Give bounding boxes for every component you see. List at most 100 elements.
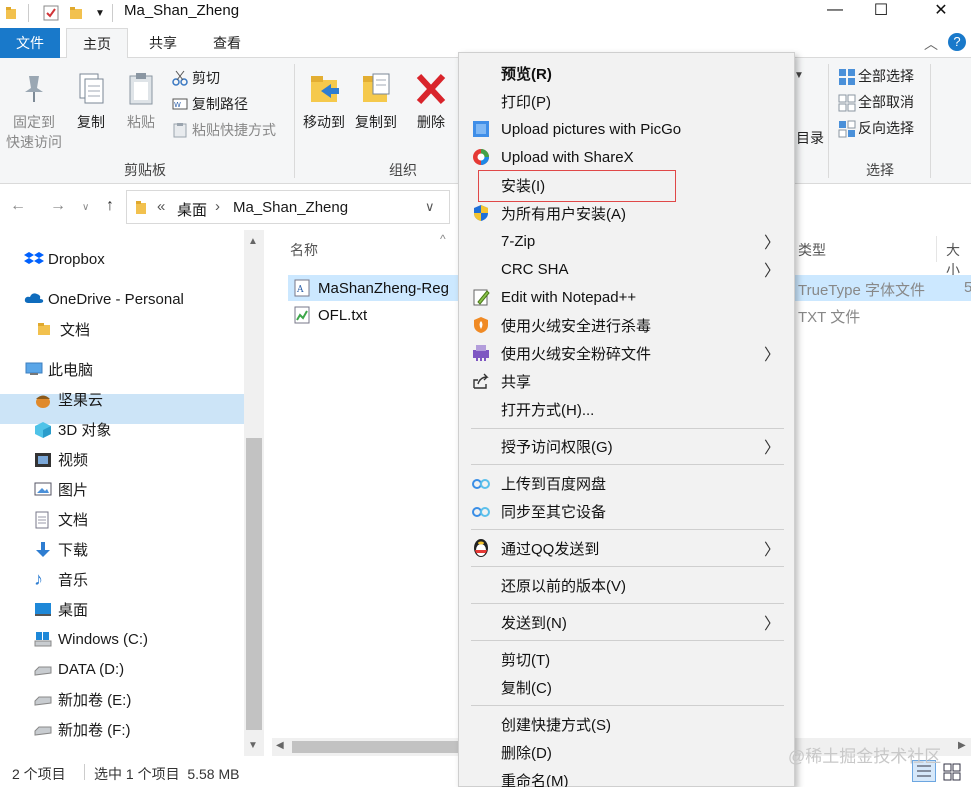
chevron-down-icon[interactable]: ∨ <box>425 199 435 215</box>
invert-selection-button[interactable]: 反向选择 <box>838 118 914 138</box>
submenu-arrow-icon: 〉 <box>763 235 780 252</box>
menu-item-rename[interactable]: 重命名(M) <box>459 766 794 787</box>
menu-item-open-with[interactable]: 打开方式(H)... <box>459 395 794 423</box>
scroll-down-icon[interactable]: ▼ <box>248 740 258 751</box>
menu-item-preview[interactable]: 预览(R) <box>459 59 794 87</box>
table-row[interactable]: OFL.txt <box>294 302 367 328</box>
scroll-right-icon[interactable]: ▶ <box>958 740 966 751</box>
menu-item-install-all-users[interactable]: 为所有用户安装(A) <box>459 199 794 227</box>
breadcrumb-separator[interactable]: › <box>215 198 220 215</box>
sidebar-scrollbar-thumb[interactable] <box>246 438 262 730</box>
sidebar-item-documents[interactable]: 文档 <box>34 504 88 534</box>
menu-item-crc-sha[interactable]: CRC SHA 〉 <box>459 255 794 283</box>
menu-item-cut[interactable]: 剪切(T) <box>459 645 794 673</box>
select-none-button[interactable]: 全部取消 <box>838 92 914 112</box>
column-header-type[interactable]: 类型 <box>798 240 826 260</box>
paste-shortcut-button[interactable]: 粘贴快捷方式 <box>172 120 276 140</box>
tab-view[interactable]: 查看 <box>196 28 258 58</box>
sidebar-item-jianguoyun[interactable]: 坚果云 <box>34 384 103 414</box>
chevron-down-icon[interactable]: ▼ <box>94 4 106 22</box>
cube-icon <box>34 421 52 438</box>
submenu-arrow-icon: 〉 <box>763 263 780 280</box>
chevron-up-icon[interactable]: ︿ <box>924 34 938 54</box>
menu-item-copy[interactable]: 复制(C) <box>459 673 794 701</box>
sidebar-item-drive-f[interactable]: 新加卷 (F:) <box>34 714 131 744</box>
table-row[interactable]: A MaShanZheng-Reg <box>294 275 449 301</box>
menu-item-send-to[interactable]: 发送到(N) 〉 <box>459 608 794 636</box>
select-all-button[interactable]: 全部选择 <box>838 66 914 86</box>
sidebar-item-drive-c[interactable]: Windows (C:) <box>34 624 148 654</box>
address-bar[interactable]: « 桌面 › Ma_Shan_Zheng ∨ <box>126 190 450 224</box>
breadcrumb-current[interactable]: Ma_Shan_Zheng <box>233 199 348 216</box>
sidebar-item-label: 下载 <box>58 541 89 559</box>
uac-shield-icon <box>471 203 491 223</box>
submenu-arrow-icon: 〉 <box>763 616 780 633</box>
up-arrow-icon[interactable]: ↑ <box>106 197 114 215</box>
scroll-up-icon[interactable]: ▲ <box>248 236 258 247</box>
move-to-button[interactable]: 移动到 <box>298 70 350 132</box>
sidebar-item-label: OneDrive - Personal <box>48 290 184 308</box>
maximize-button[interactable]: ☐ <box>858 0 904 20</box>
menu-item-delete[interactable]: 删除(D) <box>459 738 794 766</box>
sidebar-item-pictures[interactable]: 图片 <box>34 474 88 504</box>
baidu-netdisk-icon <box>471 501 491 521</box>
sidebar-item-drive-e[interactable]: 新加卷 (E:) <box>34 684 131 714</box>
menu-item-picgo[interactable]: Upload pictures with PicGo <box>459 115 794 143</box>
select-all-label: 全部选择 <box>858 68 914 84</box>
menu-item-create-shortcut[interactable]: 创建快捷方式(S) <box>459 710 794 738</box>
forward-arrow-icon[interactable]: → <box>50 197 66 215</box>
column-header-size[interactable]: 大小 <box>946 240 971 280</box>
menu-item-label: 预览(R) <box>501 65 552 83</box>
back-arrow-icon[interactable]: ← <box>10 197 26 215</box>
menu-item-7zip[interactable]: 7-Zip 〉 <box>459 227 794 255</box>
checkbox-icon[interactable] <box>42 4 60 22</box>
sidebar-item-this-pc[interactable]: 此电脑 <box>24 354 93 384</box>
sidebar-item-onedrive-documents[interactable]: 文档 <box>36 314 90 344</box>
close-button[interactable]: ✕ <box>918 0 964 20</box>
chevron-down-icon[interactable]: ▼ <box>794 70 804 81</box>
sidebar-item-onedrive[interactable]: OneDrive - Personal <box>24 284 184 314</box>
menu-item-grant-access[interactable]: 授予访问权限(G) 〉 <box>459 432 794 460</box>
sidebar-item-desktop[interactable]: 桌面 <box>34 594 88 624</box>
copy-to-button[interactable]: 复制到 <box>350 70 402 132</box>
menu-item-baidu-upload[interactable]: 上传到百度网盘 <box>459 469 794 497</box>
svg-text:A: A <box>296 285 304 295</box>
breadcrumb-desktop[interactable]: 桌面 <box>177 199 207 220</box>
chevron-down-icon[interactable]: ∨ <box>82 202 89 213</box>
menu-item-sharex[interactable]: Upload with ShareX <box>459 143 794 171</box>
menu-item-huorong-scan[interactable]: 使用火绒安全进行杀毒 <box>459 311 794 339</box>
menu-separator <box>471 705 784 706</box>
minimize-button[interactable]: — <box>812 0 858 20</box>
address-overflow[interactable]: « <box>157 198 165 215</box>
pin-quick-access-button[interactable]: 固定到 快速访问 <box>2 70 66 152</box>
cut-button[interactable]: 剪切 <box>172 68 220 88</box>
menu-item-share[interactable]: 共享 <box>459 367 794 395</box>
menu-item-sync-devices[interactable]: 同步至其它设备 <box>459 497 794 525</box>
sidebar-item-3d-objects[interactable]: 3D 对象 <box>34 414 111 444</box>
tab-home[interactable]: 主页 <box>66 28 128 59</box>
tab-share[interactable]: 共享 <box>132 28 194 58</box>
tab-file[interactable]: 文件 <box>0 28 60 58</box>
help-icon[interactable]: ? <box>948 33 966 51</box>
folder-icon[interactable] <box>68 4 84 22</box>
menu-item-restore-versions[interactable]: 还原以前的版本(V) <box>459 571 794 599</box>
paste-button[interactable]: 粘贴 <box>118 70 164 132</box>
menu-item-label: 打印(P) <box>501 93 551 111</box>
menu-item-print[interactable]: 打印(P) <box>459 87 794 115</box>
menu-item-huorong-shred[interactable]: 使用火绒安全粉碎文件 〉 <box>459 339 794 367</box>
column-header-name[interactable]: 名称 <box>290 240 318 260</box>
sidebar-item-downloads[interactable]: 下载 <box>34 534 88 564</box>
delete-button[interactable]: 删除 <box>406 70 456 132</box>
sidebar-item-drive-d[interactable]: DATA (D:) <box>34 654 124 684</box>
sidebar-item-dropbox[interactable]: Dropbox <box>24 244 105 274</box>
menu-item-notepadpp[interactable]: Edit with Notepad++ <box>459 283 794 311</box>
menu-item-send-qq[interactable]: 通过QQ发送到 〉 <box>459 534 794 562</box>
copy-path-button[interactable]: W 复制路径 <box>172 94 248 114</box>
copy-button[interactable]: 复制 <box>68 70 114 132</box>
sidebar-item-music[interactable]: ♪ 音乐 <box>34 564 88 594</box>
picgo-icon <box>471 119 491 139</box>
scroll-left-icon[interactable]: ◀ <box>276 740 284 751</box>
large-icons-view-icon[interactable] <box>942 762 962 782</box>
sidebar-item-videos[interactable]: 视频 <box>34 444 88 474</box>
item-count: 2 个项目 <box>12 766 66 782</box>
